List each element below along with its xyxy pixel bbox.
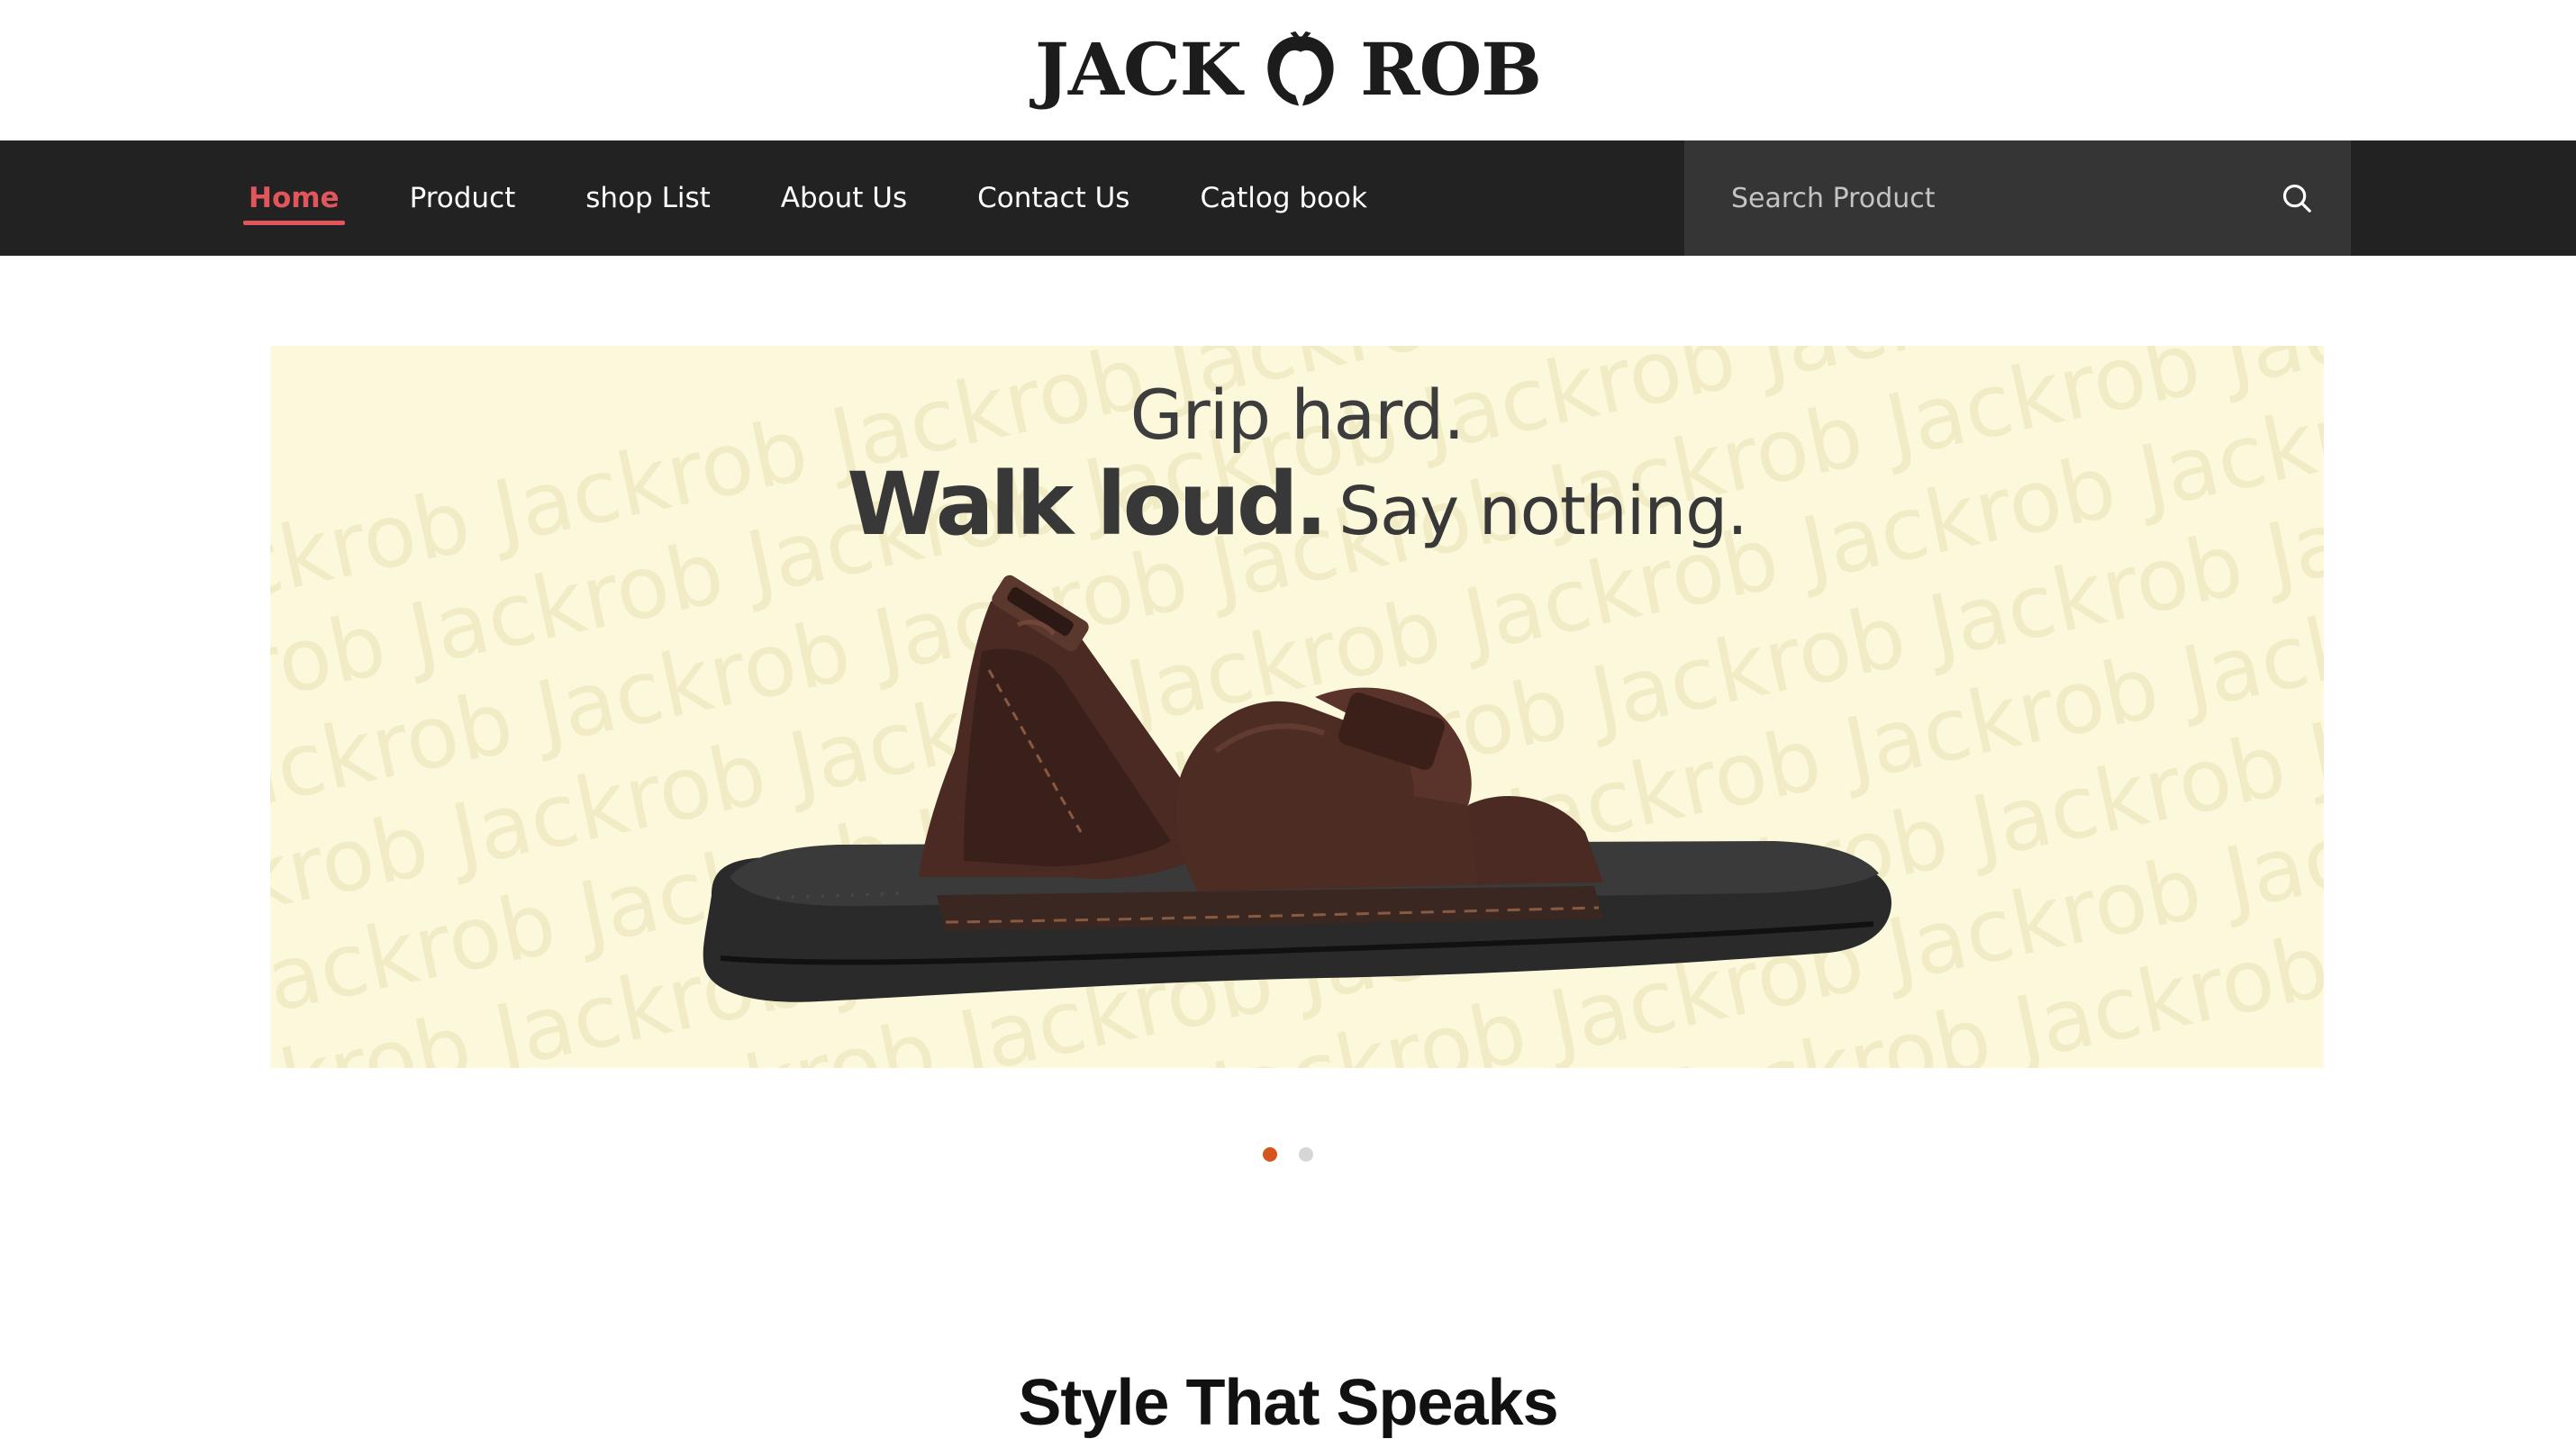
search-bar bbox=[1684, 140, 2351, 257]
search-input[interactable] bbox=[1684, 140, 2243, 257]
nav-menu: Home Product shop List About Us Contact … bbox=[243, 140, 1432, 256]
section-title: Style That Speaks bbox=[1018, 1366, 1558, 1439]
site-logo[interactable]: JACK ROB bbox=[0, 20, 2576, 119]
hero-banner[interactable]: Jackrob Jackrob Jackrob Jackrob Jackrob … bbox=[270, 346, 2324, 1068]
carousel-pagination bbox=[0, 1147, 2576, 1162]
nav-item-product[interactable]: Product bbox=[404, 176, 522, 222]
hero-headline-2-light: Say nothing. bbox=[1338, 473, 1748, 550]
hero-headline-1: Grip hard. bbox=[1129, 375, 1465, 455]
nav-item-home[interactable]: Home bbox=[243, 176, 345, 225]
logo-monogram-icon bbox=[1267, 31, 1334, 106]
nav-item-shop-list[interactable]: shop List bbox=[580, 176, 716, 222]
main-navbar: Home Product shop List About Us Contact … bbox=[0, 140, 2576, 257]
site-header: JACK ROB bbox=[0, 0, 2576, 140]
svg-text:· · · · · · · · ·: · · · · · · · · · bbox=[774, 881, 901, 912]
nav-item-contact-us[interactable]: Contact Us bbox=[972, 176, 1135, 222]
search-button[interactable] bbox=[2243, 140, 2351, 256]
sandal-product-image: · · · · · · · · · bbox=[703, 575, 1891, 1002]
search-icon bbox=[2282, 184, 2311, 213]
logo-text-left: JACK bbox=[1035, 27, 1242, 112]
hero-headline-2: Walk loud. Say nothing. bbox=[270, 454, 2324, 555]
hero-headline-2-bold: Walk loud. bbox=[847, 454, 1328, 555]
carousel-dot-1[interactable] bbox=[1263, 1147, 1277, 1162]
nav-item-about-us[interactable]: About Us bbox=[776, 176, 912, 222]
nav-item-catalog-book[interactable]: Catlog book bbox=[1194, 176, 1372, 222]
carousel-dot-2[interactable] bbox=[1299, 1147, 1313, 1162]
logo-text-right: ROB bbox=[1360, 27, 1542, 112]
